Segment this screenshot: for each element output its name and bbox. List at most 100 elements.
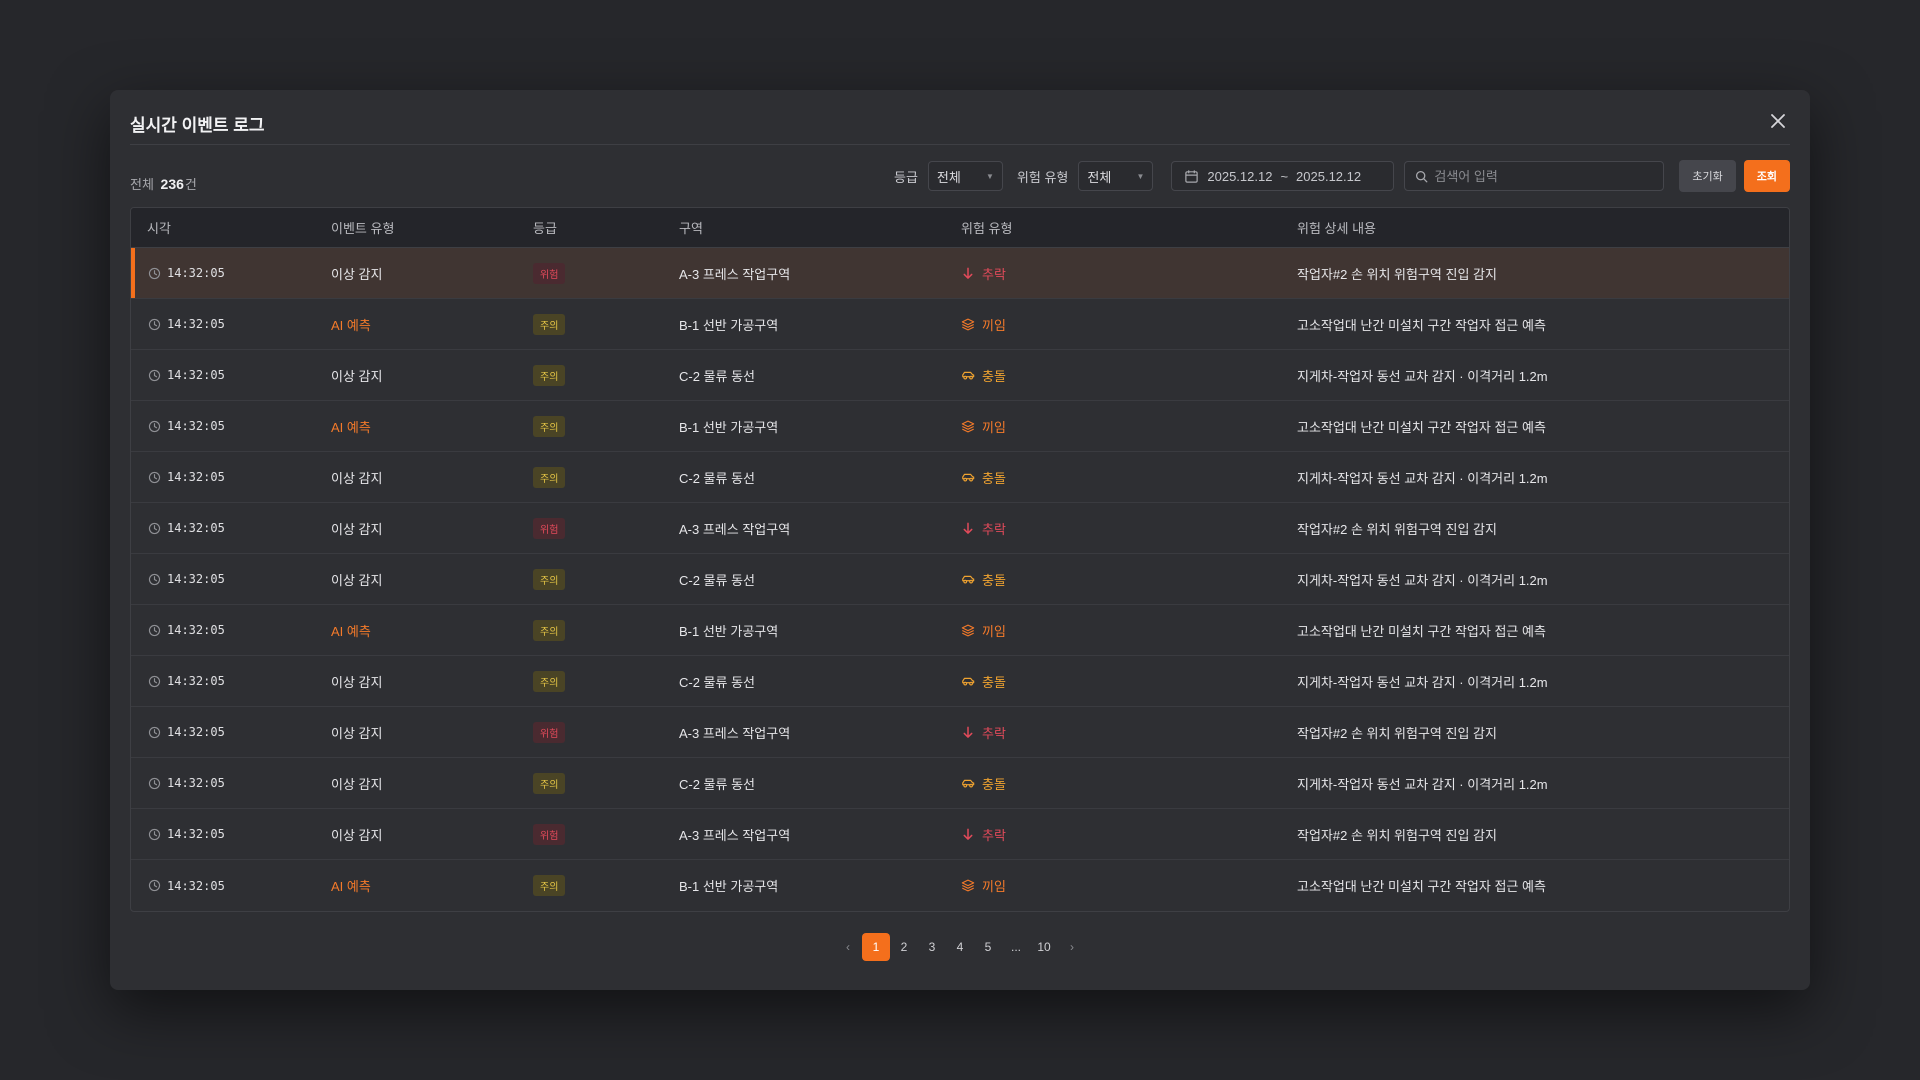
row-time: 14:32:05	[131, 623, 331, 637]
risk-type-label: 충돌	[982, 572, 1006, 588]
clock-icon	[147, 368, 161, 382]
close-icon	[1771, 114, 1785, 128]
table-row[interactable]: 14:32:05 이상 감지 주의 C-2 물류 동선 충돌 지게차-작업자 동…	[131, 656, 1789, 707]
reset-button[interactable]: 초기화	[1679, 160, 1736, 192]
risk-type-select[interactable]: 전체 ▼	[1078, 161, 1154, 191]
table-row[interactable]: 14:32:05 AI 예측 주의 B-1 선반 가공구역 끼임 고소작업대 난…	[131, 605, 1789, 656]
event-table: 시각 이벤트 유형 등급 구역 위험 유형 위험 상세 내용 14:32:05 …	[130, 207, 1790, 912]
time-text: 14:32:05	[167, 776, 225, 790]
row-zone: A-3 프레스 작업구역	[679, 266, 791, 282]
row-zone: B-1 선반 가공구역	[679, 623, 779, 639]
chevron-down-icon: ▼	[1136, 171, 1145, 181]
row-risk-type: 충돌	[961, 468, 1297, 487]
table-body: 14:32:05 이상 감지 위험 A-3 프레스 작업구역 추락 작업자#2 …	[131, 248, 1789, 911]
risk-type-label: 추락	[982, 827, 1006, 843]
page-button[interactable]: 2	[890, 933, 918, 961]
page-button[interactable]: 10	[1030, 933, 1058, 961]
table-row[interactable]: 14:32:05 AI 예측 주의 B-1 선반 가공구역 끼임 고소작업대 난…	[131, 299, 1789, 350]
header-risk-detail: 위험 상세 내용	[1297, 221, 1376, 236]
row-event-type: 이상 감지	[331, 368, 383, 384]
grade-badge: 위험	[533, 823, 566, 845]
risk-type-label: 끼임	[982, 623, 1006, 639]
risk-type-label: 충돌	[982, 674, 1006, 690]
row-time: 14:32:05	[131, 470, 331, 484]
layers-icon	[961, 419, 975, 433]
row-event-type: AI 예측	[331, 623, 371, 639]
row-risk-type: 충돌	[961, 672, 1297, 691]
chevron-down-icon: ▼	[986, 171, 994, 181]
clock-icon	[147, 572, 161, 586]
table-row[interactable]: 14:32:05 AI 예측 주의 B-1 선반 가공구역 끼임 고소작업대 난…	[131, 401, 1789, 452]
search-input[interactable]	[1434, 168, 1635, 184]
page-button[interactable]: 4	[946, 933, 974, 961]
table-row[interactable]: 14:32:05 이상 감지 위험 A-3 프레스 작업구역 추락 작업자#2 …	[131, 248, 1789, 299]
row-risk-type: 끼임	[961, 876, 1297, 895]
risk-type-label: 끼임	[982, 419, 1006, 435]
row-risk-type: 끼임	[961, 417, 1297, 436]
arrow-down-icon	[961, 827, 975, 841]
table-row[interactable]: 14:32:05 이상 감지 위험 A-3 프레스 작업구역 추락 작업자#2 …	[131, 707, 1789, 758]
row-grade: 주의	[533, 568, 679, 590]
close-button[interactable]	[1766, 109, 1790, 133]
clock-icon	[147, 725, 161, 739]
time-text: 14:32:05	[167, 674, 225, 688]
pagination: ‹ 1 2 3 4 5... 10 ›	[110, 933, 1810, 961]
row-time: 14:32:05	[131, 266, 331, 280]
page-button[interactable]: 5	[974, 933, 1002, 961]
date-start: 2025.12.12	[1207, 168, 1273, 184]
row-time: 14:32:05	[131, 674, 331, 688]
header-grade: 등급	[533, 221, 557, 236]
clock-icon	[147, 521, 161, 535]
row-event-type: 이상 감지	[331, 776, 383, 792]
table-row[interactable]: 14:32:05 이상 감지 주의 C-2 물류 동선 충돌 지게차-작업자 동…	[131, 554, 1789, 605]
row-risk-detail: 고소작업대 난간 미설치 구간 작업자 접근 예측	[1297, 879, 1546, 894]
clock-icon	[147, 266, 161, 280]
risk-type-label: 추락	[982, 725, 1006, 741]
total-number: 236	[160, 175, 184, 192]
row-risk-type: 충돌	[961, 366, 1297, 385]
row-grade: 주의	[533, 670, 679, 692]
row-risk-detail: 고소작업대 난간 미설치 구간 작업자 접근 예측	[1297, 623, 1546, 639]
table-row[interactable]: 14:32:05 AI 예측 주의 B-1 선반 가공구역 끼임 고소작업대 난…	[131, 860, 1789, 911]
table-row[interactable]: 14:32:05 이상 감지 위험 A-3 프레스 작업구역 추락 작업자#2 …	[131, 503, 1789, 554]
grade-badge: 주의	[533, 875, 566, 896]
grade-filter-label: 등급	[894, 169, 918, 185]
risk-type-label: 충돌	[982, 470, 1006, 486]
layers-icon	[961, 879, 975, 893]
risk-type-label: 추락	[982, 521, 1006, 537]
row-time: 14:32:05	[131, 521, 331, 535]
table-row[interactable]: 14:32:05 이상 감지 주의 C-2 물류 동선 충돌 지게차-작업자 동…	[131, 758, 1789, 809]
filter-toolbar: 전체 236건 등급 전체 ▼ 위험 유형 전체 ▼ 2025.12.12 ~ …	[130, 160, 1790, 192]
row-zone: B-1 선반 가공구역	[679, 317, 779, 333]
next-page-icon[interactable]: ›	[1058, 933, 1086, 961]
grade-badge: 주의	[533, 619, 566, 641]
row-risk-type: 추락	[961, 264, 1297, 283]
grade-badge: 주의	[533, 670, 566, 692]
grade-select[interactable]: 전체 ▼	[927, 161, 1003, 191]
table-row[interactable]: 14:32:05 이상 감지 위험 A-3 프레스 작업구역 추락 작업자#2 …	[131, 809, 1789, 860]
grade-badge: 주의	[533, 466, 566, 488]
row-event-type: 이상 감지	[331, 572, 383, 588]
row-zone: C-2 물류 동선	[679, 470, 756, 486]
search-button[interactable]: 조회	[1743, 160, 1790, 192]
row-time: 14:32:05	[131, 572, 331, 586]
vehicle-icon	[961, 674, 975, 688]
page-button[interactable]: 3	[918, 933, 946, 961]
time-text: 14:32:05	[167, 725, 225, 739]
page-button[interactable]: 1	[862, 933, 890, 961]
risk-type-label: 추락	[982, 266, 1006, 282]
modal-title: 실시간 이벤트 로그	[130, 115, 265, 135]
grade-select-value: 전체	[936, 169, 961, 185]
date-range-picker[interactable]: 2025.12.12 ~ 2025.12.12	[1171, 161, 1395, 191]
filters: 등급 전체 ▼ 위험 유형 전체 ▼ 2025.12.12 ~ 2025.12.…	[894, 160, 1790, 192]
grade-badge: 주의	[533, 568, 566, 590]
time-text: 14:32:05	[167, 317, 225, 331]
row-time: 14:32:05	[131, 725, 331, 739]
row-grade: 위험	[533, 517, 679, 539]
prev-page-icon[interactable]: ‹	[834, 933, 862, 961]
row-event-type: 이상 감지	[331, 266, 383, 282]
table-row[interactable]: 14:32:05 이상 감지 주의 C-2 물류 동선 충돌 지게차-작업자 동…	[131, 350, 1789, 401]
row-zone: C-2 물류 동선	[679, 776, 756, 792]
risk-filter-label: 위험 유형	[1016, 169, 1069, 185]
table-row[interactable]: 14:32:05 이상 감지 주의 C-2 물류 동선 충돌 지게차-작업자 동…	[131, 452, 1789, 503]
